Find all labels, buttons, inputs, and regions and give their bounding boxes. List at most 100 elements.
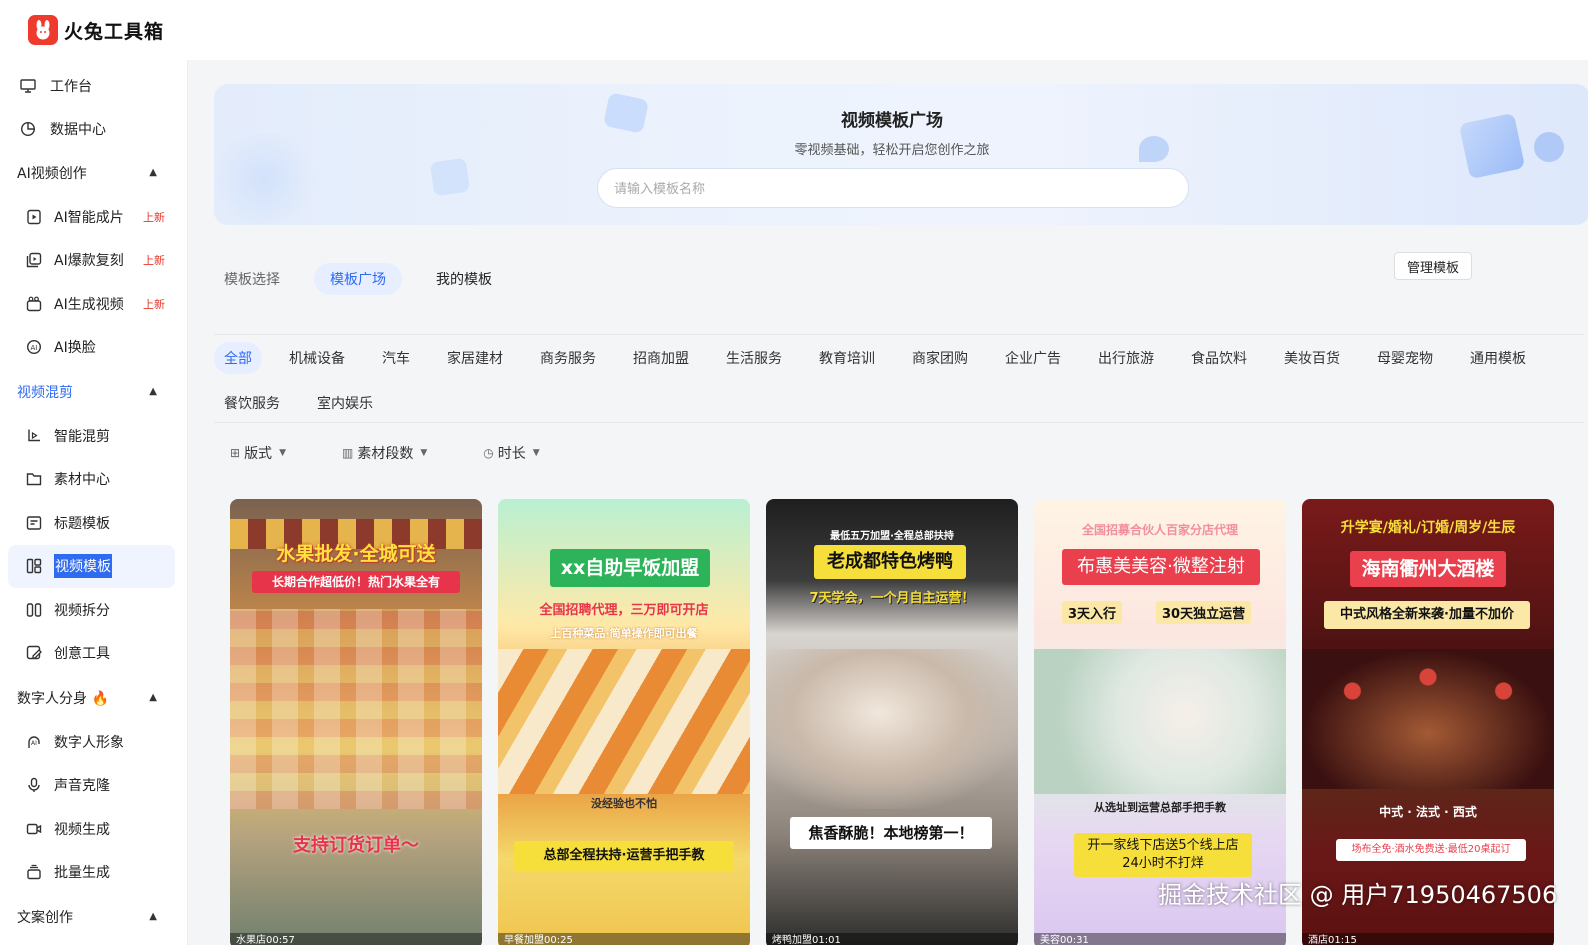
video-camera-icon xyxy=(24,819,44,839)
sidebar-item-voice-clone[interactable]: 声音克隆 xyxy=(0,764,187,808)
title-template-icon xyxy=(24,513,44,533)
card-bottom-text: 开一家线下店送5个线上店 24小时不打烊 xyxy=(1074,833,1252,877)
sidebar-item-video-split[interactable]: 视频拆分 xyxy=(0,588,187,632)
sidebar-item-label: 数字人形象 xyxy=(54,734,124,751)
fruit-boxes-image xyxy=(230,609,482,809)
chevron-down-icon: ▼ xyxy=(420,447,428,458)
category-item[interactable]: 母婴宠物 xyxy=(1367,342,1443,374)
segments-filter-dropdown[interactable]: ▥ 素材段数 ▼ xyxy=(342,443,427,463)
sidebar-item-smart-mix[interactable]: 智能混剪 xyxy=(0,414,187,458)
card-bottom-text: 场布全免·酒水免费送·最低20桌起订 xyxy=(1336,839,1526,861)
card-bottom-text: 支持订货订单～ xyxy=(293,835,419,856)
tab-my-templates[interactable]: 我的模板 xyxy=(420,263,508,295)
sidebar-item-title-template[interactable]: 标题模板 xyxy=(0,501,187,545)
section-ai-video[interactable]: AI视频创作 ▲ xyxy=(0,150,187,195)
sidebar-item-label: 标题模板 xyxy=(54,515,110,532)
category-item[interactable]: 室内娱乐 xyxy=(307,387,383,419)
sidebar-item-digital-avatar[interactable]: AI 数字人形象 xyxy=(0,720,187,764)
smart-cut-icon xyxy=(24,426,44,446)
card-title: 海南衢州大酒楼 xyxy=(1350,551,1506,587)
card-caption: 美容00:31 xyxy=(1034,933,1286,945)
tab-template-square[interactable]: 模板广场 xyxy=(314,263,402,295)
duration-filter-dropdown[interactable]: ◷ 时长 ▼ xyxy=(483,443,539,463)
sidebar-item-batch-generate[interactable]: 批量生成 xyxy=(0,851,187,895)
sidebar-item-label: AI爆款复刻 xyxy=(54,253,124,270)
sidebar-item-ai-generate[interactable]: AI生成视频 上新 xyxy=(0,282,187,326)
sidebar-item-video-generate[interactable]: 视频生成 xyxy=(0,807,187,851)
sidebar-item-video-template[interactable]: 视频模板 xyxy=(8,544,175,588)
rabbit-logo-icon xyxy=(28,15,58,45)
category-item[interactable]: 招商加盟 xyxy=(623,342,699,374)
sidebar-item-ai-film[interactable]: AI智能成片 上新 xyxy=(0,195,187,239)
sidebar-item-workbench[interactable]: 工作台 xyxy=(0,64,187,107)
avatar-icon: AI xyxy=(24,732,44,752)
category-item[interactable]: 美妆百货 xyxy=(1274,342,1350,374)
card-mid-text: 没经验也不怕 xyxy=(591,797,657,810)
banner: 视频模板广场 零视频基础，轻松开启您创作之旅 xyxy=(214,84,1588,225)
template-card[interactable]: 水果批发·全城可送 长期合作超低价！热门水果全有 支持订货订单～ 水果店00:5… xyxy=(230,499,482,945)
section-label-text: 数字人分身 xyxy=(17,690,87,707)
sparkle-video-icon xyxy=(24,294,44,314)
category-item[interactable]: 生活服务 xyxy=(716,342,792,374)
monitor-icon xyxy=(18,76,38,96)
card-top-text: 全国招募合伙人百家分店代理 xyxy=(1081,523,1238,537)
new-badge: 上新 xyxy=(143,210,165,224)
template-search-input[interactable] xyxy=(597,168,1189,208)
svg-text:AI: AI xyxy=(31,740,37,747)
card-caption: 酒店01:15 xyxy=(1302,933,1554,945)
card-top-text: 最低五万加盟·全程总部扶持 xyxy=(830,531,954,542)
category-item[interactable]: 商家团购 xyxy=(902,342,978,374)
sidebar-item-label: 创意工具 xyxy=(54,646,110,663)
banner-title: 视频模板广场 xyxy=(841,111,943,131)
category-item[interactable]: 餐饮服务 xyxy=(214,387,290,419)
card-tag: 30天独立运营 xyxy=(1156,601,1252,624)
template-card[interactable]: 最低五万加盟·全程总部扶持 老成都特色烤鸭 7天学会，一个月自主运营！ 焦香酥脆… xyxy=(766,499,1018,945)
sidebar-item-label: 素材中心 xyxy=(54,472,110,489)
sidebar-item-ai-replicate[interactable]: AI爆款复刻 上新 xyxy=(0,239,187,283)
section-video-mix[interactable]: 视频混剪 ▲ xyxy=(0,369,187,414)
section-digital-human[interactable]: 数字人分身 🔥 ▲ xyxy=(0,675,187,720)
sidebar-item-ai-face-swap[interactable]: AI AI换脸 xyxy=(0,326,187,370)
category-all[interactable]: 全部 xyxy=(214,341,262,374)
sidebar-item-material-center[interactable]: 素材中心 xyxy=(0,458,187,502)
category-item[interactable]: 汽车 xyxy=(372,342,420,374)
new-badge: 上新 xyxy=(143,254,165,268)
tabs-prefix-label: 模板选择 xyxy=(224,272,280,288)
layout-filter-dropdown[interactable]: ⊞ 版式 ▼ xyxy=(230,443,286,463)
sidebar-item-creative-tools[interactable]: 创意工具 xyxy=(0,632,187,676)
film-icon xyxy=(24,207,44,227)
sidebar: 工作台 数据中心 AI视频创作 ▲ AI智能成片 上新 AI爆款复刻 上新 AI… xyxy=(0,60,188,945)
section-copywriting[interactable]: 文案创作 ▲ xyxy=(0,894,187,939)
filter-label: 素材段数 xyxy=(357,445,414,462)
category-item[interactable]: 商务服务 xyxy=(530,342,606,374)
category-item[interactable]: 家居建材 xyxy=(437,342,513,374)
chevron-down-icon: ▼ xyxy=(532,447,540,458)
decor-chat-icon xyxy=(429,157,471,197)
clock-icon: ◷ xyxy=(483,445,494,460)
manage-templates-button[interactable]: 管理模板 xyxy=(1394,252,1472,280)
banner-subtitle: 零视频基础，轻松开启您创作之旅 xyxy=(794,143,990,158)
chevron-up-icon: ▲ xyxy=(149,167,157,178)
sidebar-item-label: 批量生成 xyxy=(54,865,110,882)
category-row: 餐饮服务 室内娱乐 xyxy=(214,380,1584,425)
sidebar-item-label: AI生成视频 xyxy=(54,296,124,313)
category-item[interactable]: 出行旅游 xyxy=(1088,342,1164,374)
new-badge: 上新 xyxy=(143,297,165,311)
category-item[interactable]: 食品饮料 xyxy=(1181,342,1257,374)
main-content: 视频模板广场 零视频基础，轻松开启您创作之旅 模板选择 模板广场 我的模板 管理… xyxy=(190,60,1588,945)
app-title: 火兔工具箱 xyxy=(64,20,165,43)
card-tag: 3天入行 xyxy=(1062,601,1123,624)
category-item[interactable]: 教育培训 xyxy=(809,342,885,374)
template-card[interactable]: xx自助早饭加盟 全国招聘代理，三万即可开店 上百种菜品·简单操作即可出餐 没经… xyxy=(498,499,750,945)
category-item[interactable]: 通用模板 xyxy=(1460,342,1536,374)
category-item[interactable]: 企业广告 xyxy=(995,342,1071,374)
sidebar-item-label: 数据中心 xyxy=(50,121,106,138)
sidebar-item-label: 智能混剪 xyxy=(54,428,110,445)
section-label: 文案创作 xyxy=(17,909,73,926)
folder-icon xyxy=(24,469,44,489)
category-item[interactable]: 机械设备 xyxy=(279,342,355,374)
category-filter: 全部 机械设备 汽车 家居建材 商务服务 招商加盟 生活服务 教育培训 商家团购… xyxy=(214,334,1584,425)
filter-label: 时长 xyxy=(497,445,526,462)
sidebar-item-data-center[interactable]: 数据中心 xyxy=(0,107,187,150)
sidebar-item-label: 声音克隆 xyxy=(54,778,110,795)
